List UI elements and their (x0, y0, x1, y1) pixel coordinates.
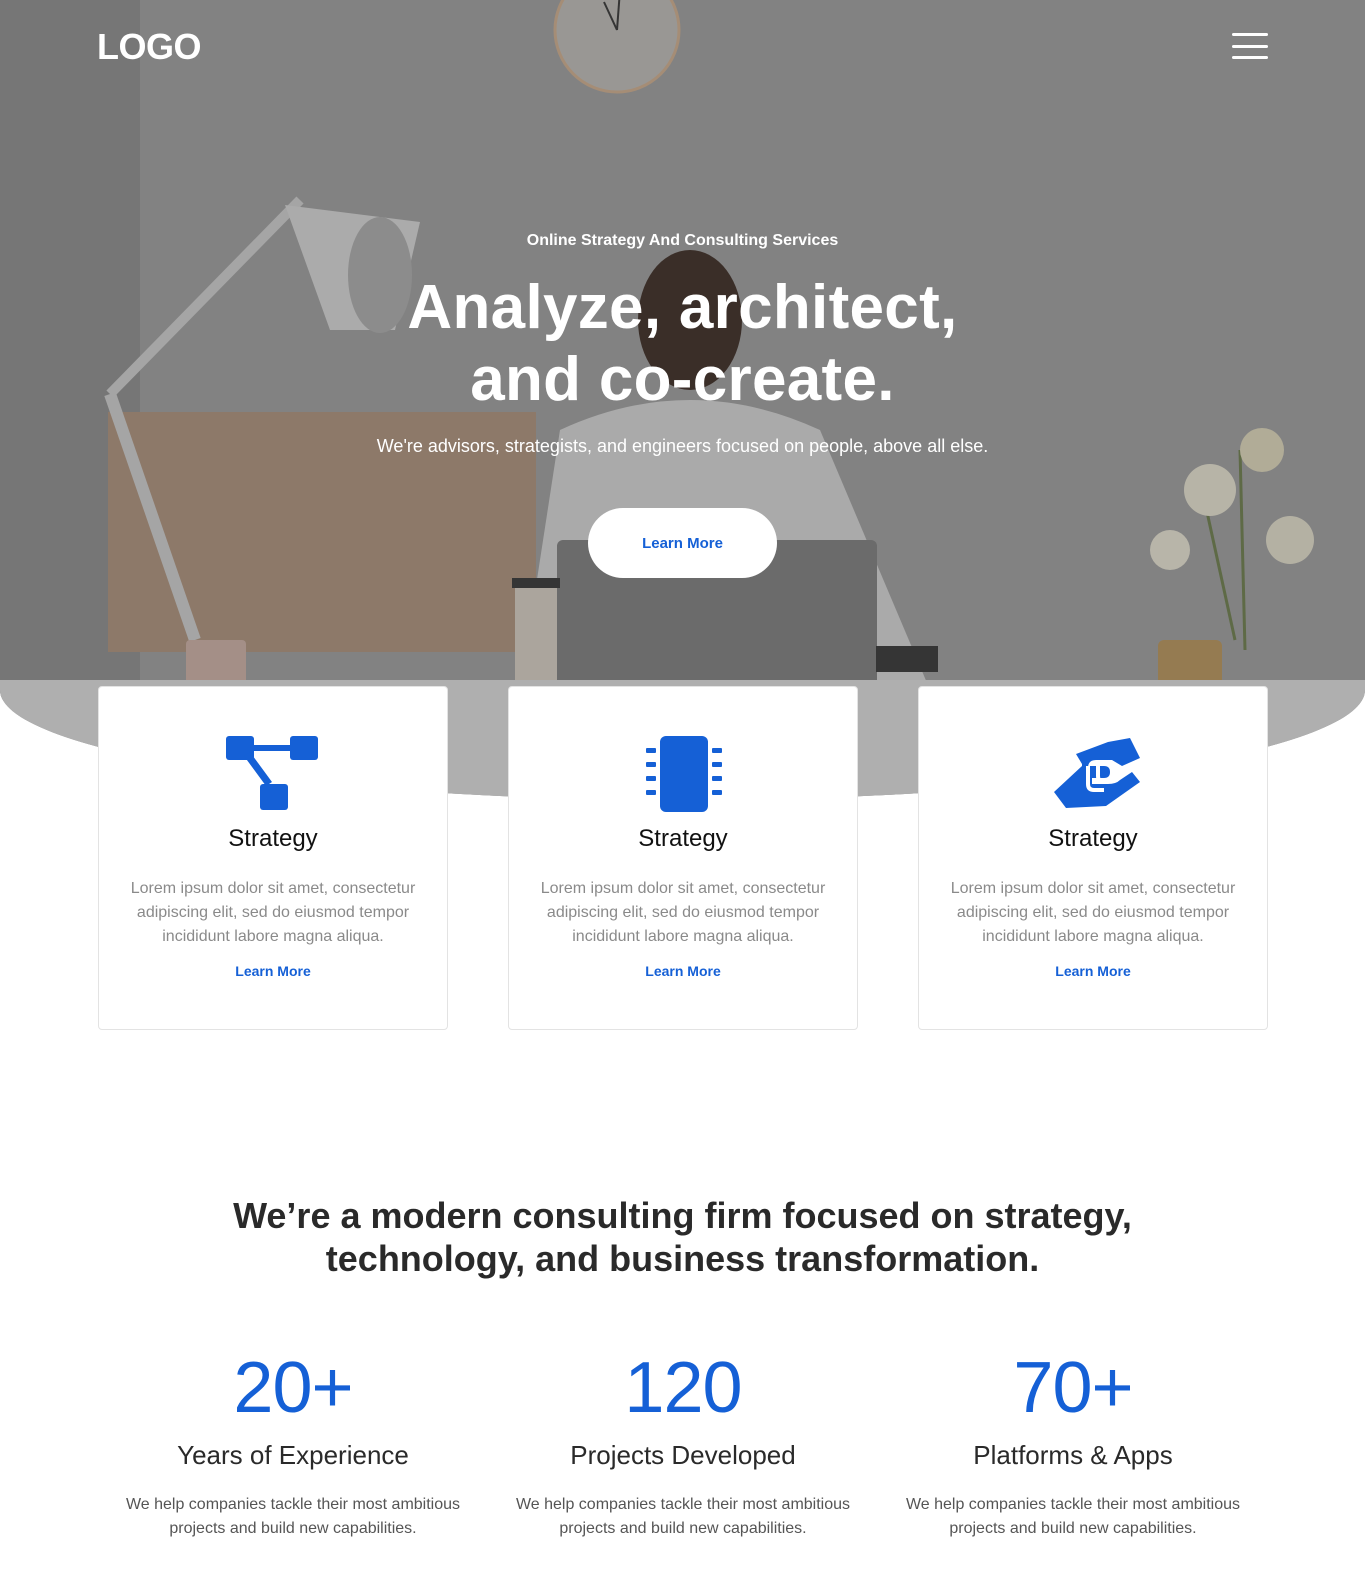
flowchart-icon (226, 736, 318, 810)
card-description: Lorem ipsum dolor sit amet, consectetur … (540, 880, 826, 945)
card-learn-more-link[interactable]: Learn More (99, 963, 447, 979)
stat-label: Years of Experience (177, 1440, 409, 1470)
card-learn-more-link[interactable]: Learn More (509, 963, 857, 979)
hero-section: LOGO Online Strategy And Consulting Serv… (0, 0, 1365, 800)
hero-subtitle: We're advisors, strategists, and enginee… (376, 436, 989, 456)
stat-number: 120 (624, 1348, 742, 1428)
top-navbar: LOGO (0, 0, 1365, 92)
stat-label: Platforms & Apps (973, 1440, 1173, 1470)
stat-number: 20+ (233, 1348, 353, 1428)
card-description: Lorem ipsum dolor sit amet, consectetur … (950, 880, 1236, 945)
stat-label: Projects Developed (570, 1440, 796, 1470)
hamburger-bar (1232, 44, 1268, 48)
hero-title-line2: and co-create. (470, 345, 895, 414)
card-title: Strategy (638, 825, 728, 852)
hamburger-bar (1232, 33, 1268, 36)
card-title: Strategy (228, 825, 318, 852)
about-heading-line2: technology, and business transformation. (325, 1238, 1040, 1279)
card-title: Strategy (1048, 825, 1138, 852)
hero-title-line1: Analyze, architect, (407, 273, 958, 342)
handshake-icon (1054, 738, 1140, 808)
stat-block: 120 Projects Developed We help companies… (493, 1348, 873, 1541)
stat-description: We help companies tackle their most ambi… (515, 1496, 851, 1537)
stat-block: 20+ Years of Experience We help companie… (103, 1348, 483, 1541)
card-description: Lorem ipsum dolor sit amet, consectetur … (130, 880, 416, 945)
hero-title: Analyze, architect, and co-create. (0, 272, 1365, 416)
stat-block: 70+ Platforms & Apps We help companies t… (883, 1348, 1263, 1541)
hero-learn-more-button[interactable]: Learn More (588, 508, 777, 578)
stat-number: 70+ (1013, 1348, 1133, 1428)
card-learn-more-link[interactable]: Learn More (919, 963, 1267, 979)
about-heading: We’re a modern consulting firm focused o… (0, 1194, 1365, 1280)
hamburger-bar (1232, 56, 1268, 59)
service-card: Strategy Lorem ipsum dolor sit amet, con… (508, 686, 858, 1030)
stat-description: We help companies tackle their most ambi… (905, 1496, 1241, 1537)
service-card: Strategy Lorem ipsum dolor sit amet, con… (918, 686, 1268, 1030)
hero-kicker: Online Strategy And Consulting Services (526, 232, 839, 249)
hamburger-menu-icon[interactable] (1232, 33, 1268, 59)
about-heading-line1: We’re a modern consulting firm focused o… (233, 1195, 1132, 1236)
site-logo[interactable]: LOGO (97, 26, 202, 68)
service-card: Strategy Lorem ipsum dolor sit amet, con… (98, 686, 448, 1030)
stat-description: We help companies tackle their most ambi… (125, 1496, 461, 1537)
chip-icon (646, 736, 722, 812)
